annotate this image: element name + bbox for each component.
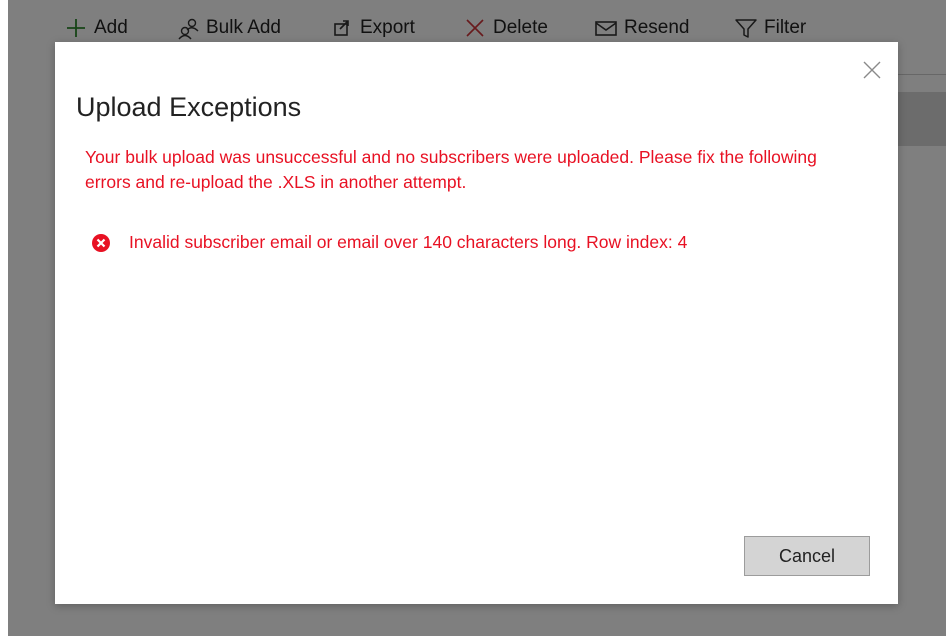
cancel-button[interactable]: Cancel [744,536,870,576]
close-button[interactable] [860,58,884,82]
error-list-item: Invalid subscriber email or email over 1… [91,232,687,253]
page-edge [0,0,8,636]
error-circle-icon [92,233,110,252]
error-message: Your bulk upload was unsuccessful and no… [85,147,817,192]
error-item-text: Invalid subscriber email or email over 1… [129,232,688,252]
upload-exceptions-dialog: Upload Exceptions Your bulk upload was u… [55,42,898,604]
close-icon [863,61,881,79]
dialog-title: Upload Exceptions [76,92,302,122]
